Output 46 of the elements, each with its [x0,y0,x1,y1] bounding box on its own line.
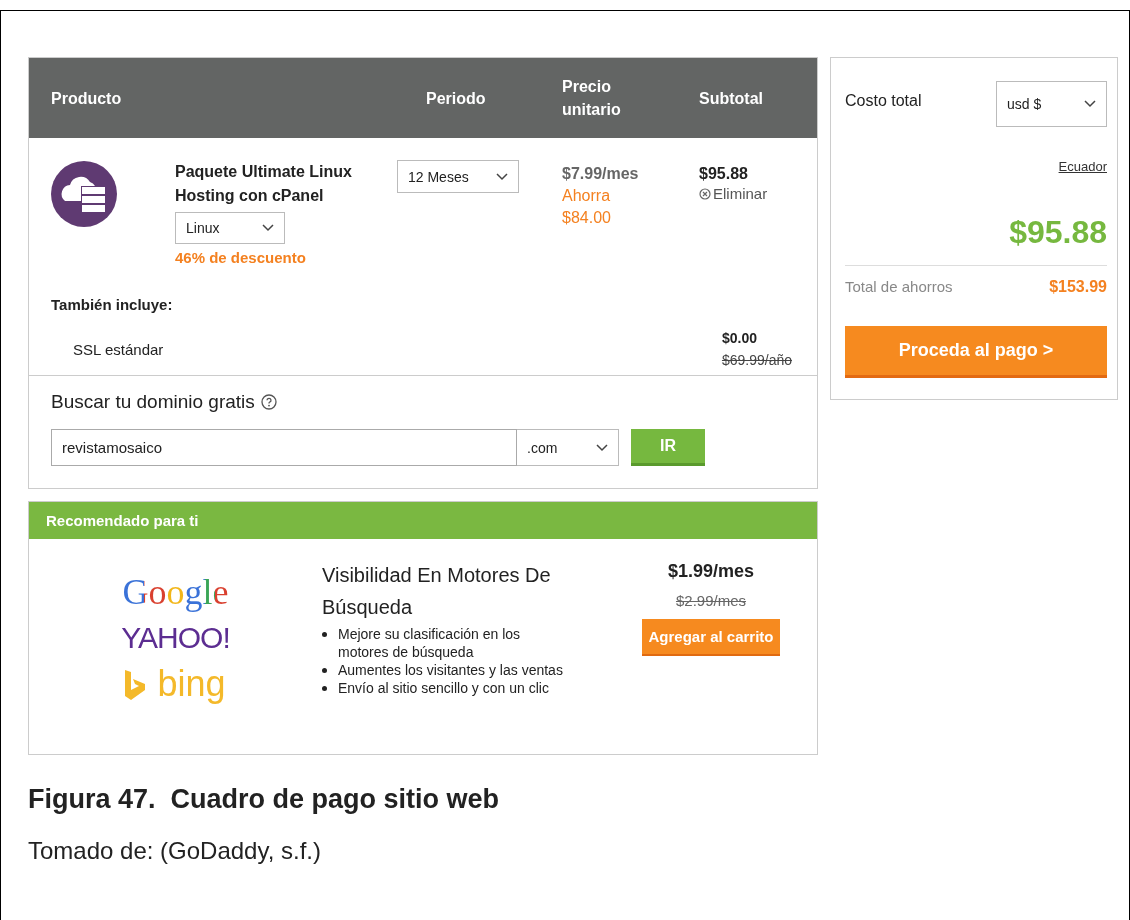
caret-icon [262,224,274,232]
domain-input[interactable]: revistamosaico [51,429,517,466]
bullet-icon [322,686,327,691]
os-dropdown[interactable]: Linux [175,212,285,244]
figure-source: Tomado de: (GoDaddy, s.f.) [27,836,322,865]
bullet-icon [322,668,327,673]
included-price: $0.00 [721,329,758,348]
savings-amount: Ahorra $84.00 [562,186,612,228]
feature-text: Mejore su clasificación en los motores de búsqueda [338,625,522,661]
discount-label: 46% de descuento [175,249,307,266]
search-engine-logo: bing [125,664,226,704]
caret-icon [496,172,508,181]
old-price: $69.99/año [721,351,792,370]
column-header: Precio unitario [562,77,622,120]
period-dropdown[interactable]: 12 Meses [397,160,519,193]
unit-price: $7.99/mes [562,164,640,184]
help-icon[interactable] [260,394,277,410]
includes-heading: También incluye: [50,295,174,313]
figure-caption: Figura 47. Cuadro de pago sitio web [27,783,501,815]
caret-icon [1084,100,1096,108]
total-savings: $153.99 [1049,278,1107,296]
subtotal: $95.88 [699,164,749,184]
price: $1.99/mes [667,561,755,582]
column-header: Periodo [426,88,487,109]
feature-text: Envío al sitio sencillo y con un clic [338,679,550,697]
product-name: Paquete Ultimate Linux Hosting con cPanel [175,162,353,206]
included-item: SSL estándar [73,340,164,358]
cloud-server-icon [51,161,117,227]
total-price: $95.88 [1009,214,1107,251]
column-header: Producto [51,88,123,109]
currency-dropdown[interactable]: usd $ [996,81,1107,127]
country-link[interactable]: Ecuador [1058,159,1107,174]
savings-label: Total de ahorros [845,278,953,296]
remove-link[interactable]: Eliminar [699,185,768,202]
caret-icon [596,443,608,452]
search-engine-logo: YAHOO! [121,620,230,656]
bullet-icon [322,632,327,637]
product-title: Visibilidad En Motores De Búsqueda [322,563,552,620]
close-circle-icon [699,187,711,200]
section-header: Recomendado para ti [29,502,817,539]
column-header: Subtotal [699,88,764,109]
domain-search-title: Buscar tu dominio gratis [51,391,255,413]
tld-dropdown[interactable]: .com [517,429,619,466]
old-price: $2.99/mes [675,592,746,609]
total-cost-label: Costo total [845,92,922,110]
feature-text: Aumentes los visitantes y las ventas [338,661,563,679]
